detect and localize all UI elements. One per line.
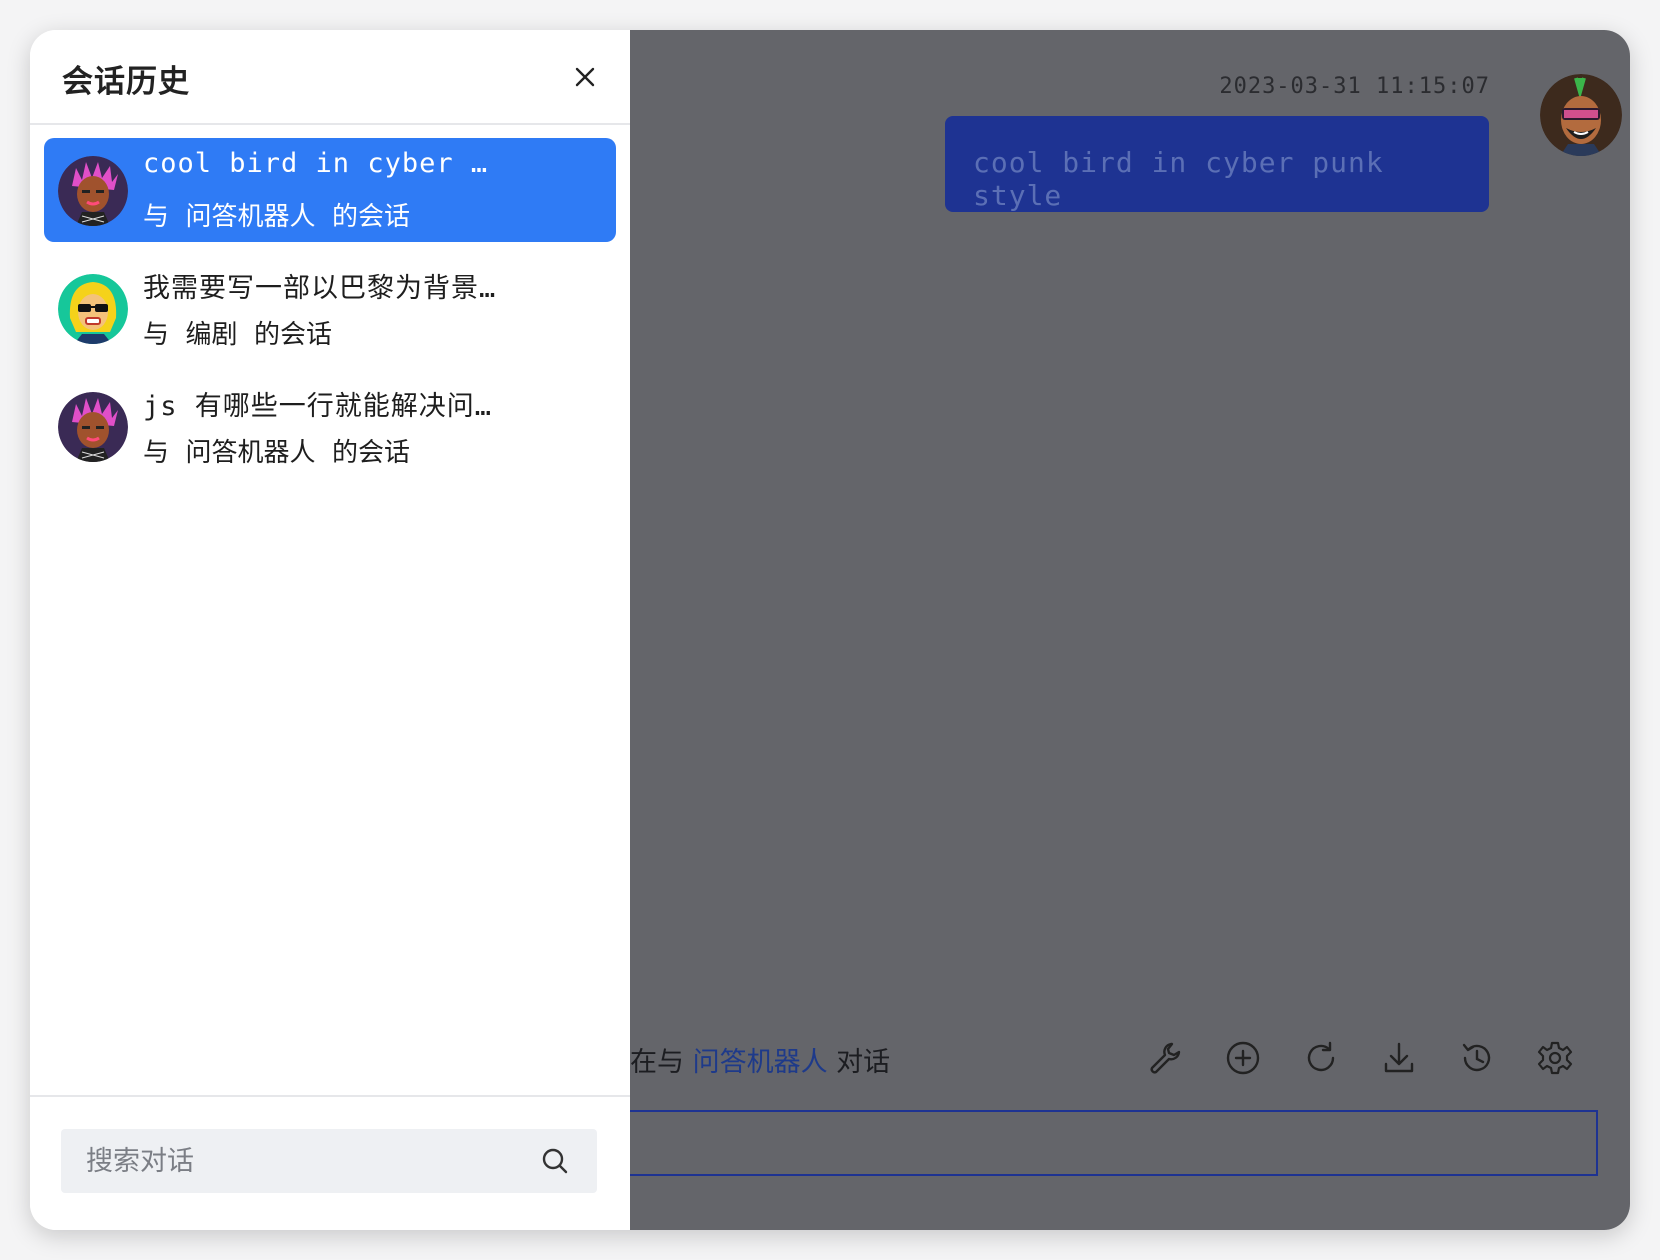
tools-button[interactable] xyxy=(1145,1038,1185,1078)
conversation-item[interactable]: 我需要写一部以巴黎为背景… 与 编剧 的会话 xyxy=(44,256,616,360)
wrench-icon xyxy=(1150,1042,1181,1074)
chat-input[interactable] xyxy=(630,1110,1598,1176)
pink-hair-avatar xyxy=(58,156,128,226)
message-timestamp: 2023-03-31 11:15:07 xyxy=(1219,74,1490,99)
drawer-header: 会话历史 xyxy=(30,30,630,125)
conversation-title: cool bird in cyber p… xyxy=(143,148,498,179)
history-drawer: 会话历史 cool bird in cyber p… 与 问答机器人 的会话 我… xyxy=(30,30,630,1230)
settings-icon xyxy=(1537,1041,1573,1075)
status-bot-name[interactable]: 问答机器人 xyxy=(693,1047,828,1078)
app-window: 会话历史 cool bird in cyber p… 与 问答机器人 的会话 我… xyxy=(30,30,1630,1230)
refresh-button[interactable] xyxy=(1301,1038,1341,1078)
message-text: cool bird in cyber punk style xyxy=(973,146,1384,212)
pink-hair-avatar xyxy=(58,392,128,462)
history-button[interactable] xyxy=(1457,1038,1497,1078)
conversation-subtitle: 与 问答机器人 的会话 xyxy=(143,438,411,468)
download-icon xyxy=(1384,1042,1414,1073)
history-icon xyxy=(1462,1043,1491,1072)
close-icon xyxy=(575,67,595,87)
status-suffix: 对话 xyxy=(827,1047,891,1078)
chat-area: 2023-03-31 11:15:07 cool bird in cyber p… xyxy=(630,30,1630,1230)
conversation-subtitle: 与 问答机器人 的会话 xyxy=(143,202,411,232)
chat-status: 在与 问答机器人 对话 xyxy=(630,1040,890,1079)
status-prefix: 在与 xyxy=(630,1047,693,1078)
drawer-title: 会话历史 xyxy=(62,64,190,100)
drawer-footer xyxy=(30,1095,630,1230)
conversation-list: cool bird in cyber p… 与 问答机器人 的会话 我需要写一部… xyxy=(30,138,630,492)
close-button[interactable] xyxy=(570,62,600,92)
conversation-item[interactable]: cool bird in cyber p… 与 问答机器人 的会话 xyxy=(44,138,616,242)
conversation-subtitle: 与 编剧 的会话 xyxy=(143,320,333,350)
conversation-title: 我需要写一部以巴黎为背景… xyxy=(143,273,497,304)
plus-circle-icon xyxy=(1226,1041,1260,1075)
conversation-item[interactable]: js 有哪些一行就能解决问… 与 问答机器人 的会话 xyxy=(44,374,616,478)
new-chat-button[interactable] xyxy=(1223,1038,1263,1078)
search-icon[interactable] xyxy=(541,1147,569,1175)
conversation-title: js 有哪些一行就能解决问… xyxy=(143,391,493,422)
chat-toolbar xyxy=(1145,1038,1575,1078)
yellow-hair-sunglasses-avatar xyxy=(58,274,128,344)
refresh-icon xyxy=(1307,1041,1335,1072)
user-message-bubble: cool bird in cyber punk style xyxy=(945,116,1489,212)
search-box xyxy=(61,1129,597,1193)
user-avatar xyxy=(1540,74,1622,156)
settings-button[interactable] xyxy=(1535,1038,1575,1078)
download-button[interactable] xyxy=(1379,1038,1419,1078)
search-input[interactable] xyxy=(61,1129,521,1193)
